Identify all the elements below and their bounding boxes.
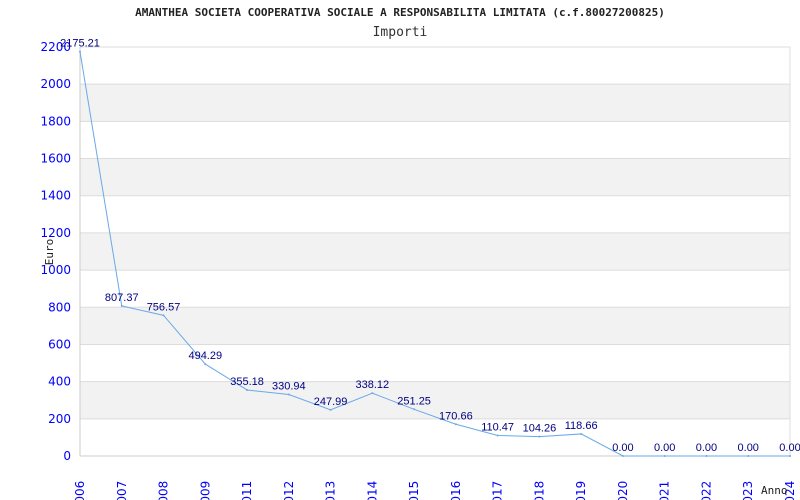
data-label: 330.94 bbox=[272, 380, 306, 392]
data-point bbox=[538, 435, 541, 438]
data-label: 251.25 bbox=[397, 395, 431, 407]
data-label: 494.29 bbox=[188, 350, 222, 362]
data-label: 2175.21 bbox=[60, 38, 100, 50]
x-tick-label: 2019 bbox=[574, 481, 588, 500]
y-axis-title: Euro bbox=[43, 239, 56, 266]
grid-band bbox=[80, 381, 790, 419]
data-point bbox=[747, 455, 750, 457]
y-tick-label: 1400 bbox=[40, 189, 71, 203]
data-label: 118.66 bbox=[565, 420, 598, 432]
y-tick-label: 1600 bbox=[40, 152, 71, 166]
y-tick-label: 2000 bbox=[40, 77, 71, 91]
line-chart: 0200400600800100012001400160018002000220… bbox=[40, 38, 800, 500]
data-label: 170.66 bbox=[439, 410, 473, 422]
data-point bbox=[287, 393, 290, 396]
data-label: 0.00 bbox=[738, 442, 759, 454]
data-point bbox=[496, 434, 499, 437]
data-label: 807.37 bbox=[105, 292, 139, 304]
grid-band bbox=[80, 158, 790, 196]
y-tick-label: 200 bbox=[48, 412, 71, 426]
grid-band bbox=[80, 84, 790, 122]
data-point bbox=[329, 408, 332, 411]
y-tick-label: 1800 bbox=[40, 114, 71, 128]
x-tick-label: 2014 bbox=[365, 481, 379, 500]
data-point bbox=[371, 392, 374, 395]
data-label: 0.00 bbox=[654, 442, 675, 454]
y-tick-label: 1200 bbox=[40, 226, 71, 240]
data-label: 247.99 bbox=[314, 396, 348, 408]
data-label: 0.00 bbox=[779, 442, 800, 454]
x-tick-label: 2009 bbox=[198, 481, 212, 500]
data-point bbox=[413, 408, 416, 411]
x-tick-label: 2013 bbox=[324, 481, 338, 500]
data-point bbox=[120, 304, 123, 307]
x-tick-label: 2015 bbox=[407, 481, 421, 500]
data-point bbox=[162, 314, 165, 317]
data-label: 0.00 bbox=[696, 442, 717, 454]
y-tick-label: 400 bbox=[48, 375, 71, 389]
data-label: 338.12 bbox=[356, 379, 390, 391]
grid-band bbox=[80, 307, 790, 345]
data-point bbox=[204, 363, 207, 366]
y-tick-label: 0 bbox=[63, 449, 71, 463]
x-tick-label: 2007 bbox=[115, 481, 129, 500]
x-tick-label: 2016 bbox=[449, 481, 463, 500]
x-tick-label: 2012 bbox=[282, 481, 296, 500]
data-label: 355.18 bbox=[230, 376, 264, 388]
data-label: 0.00 bbox=[612, 442, 633, 454]
x-tick-label: 2008 bbox=[157, 481, 171, 500]
data-point bbox=[789, 455, 791, 457]
grid-band bbox=[80, 232, 790, 271]
data-label: 104.26 bbox=[523, 423, 557, 435]
x-axis-title: Anno bbox=[761, 484, 788, 497]
x-tick-label: 2023 bbox=[741, 481, 755, 500]
data-point bbox=[705, 455, 708, 457]
data-point bbox=[246, 388, 249, 391]
x-tick-label: 2011 bbox=[240, 481, 254, 500]
x-tick-label: 2018 bbox=[532, 481, 546, 500]
data-label: 110.47 bbox=[481, 421, 514, 433]
data-point bbox=[79, 50, 81, 53]
x-tick-label: 2021 bbox=[658, 481, 672, 500]
x-tick-label: 2020 bbox=[616, 481, 630, 500]
y-tick-label: 600 bbox=[48, 337, 71, 351]
x-tick-label: 2006 bbox=[73, 481, 87, 500]
data-point bbox=[454, 423, 457, 426]
x-tick-label: 2017 bbox=[491, 481, 505, 500]
data-point bbox=[621, 455, 624, 457]
data-label: 756.57 bbox=[147, 301, 181, 313]
x-tick-label: 2022 bbox=[699, 481, 713, 500]
data-point bbox=[580, 432, 583, 435]
y-tick-label: 800 bbox=[48, 300, 71, 314]
data-point bbox=[663, 455, 666, 457]
